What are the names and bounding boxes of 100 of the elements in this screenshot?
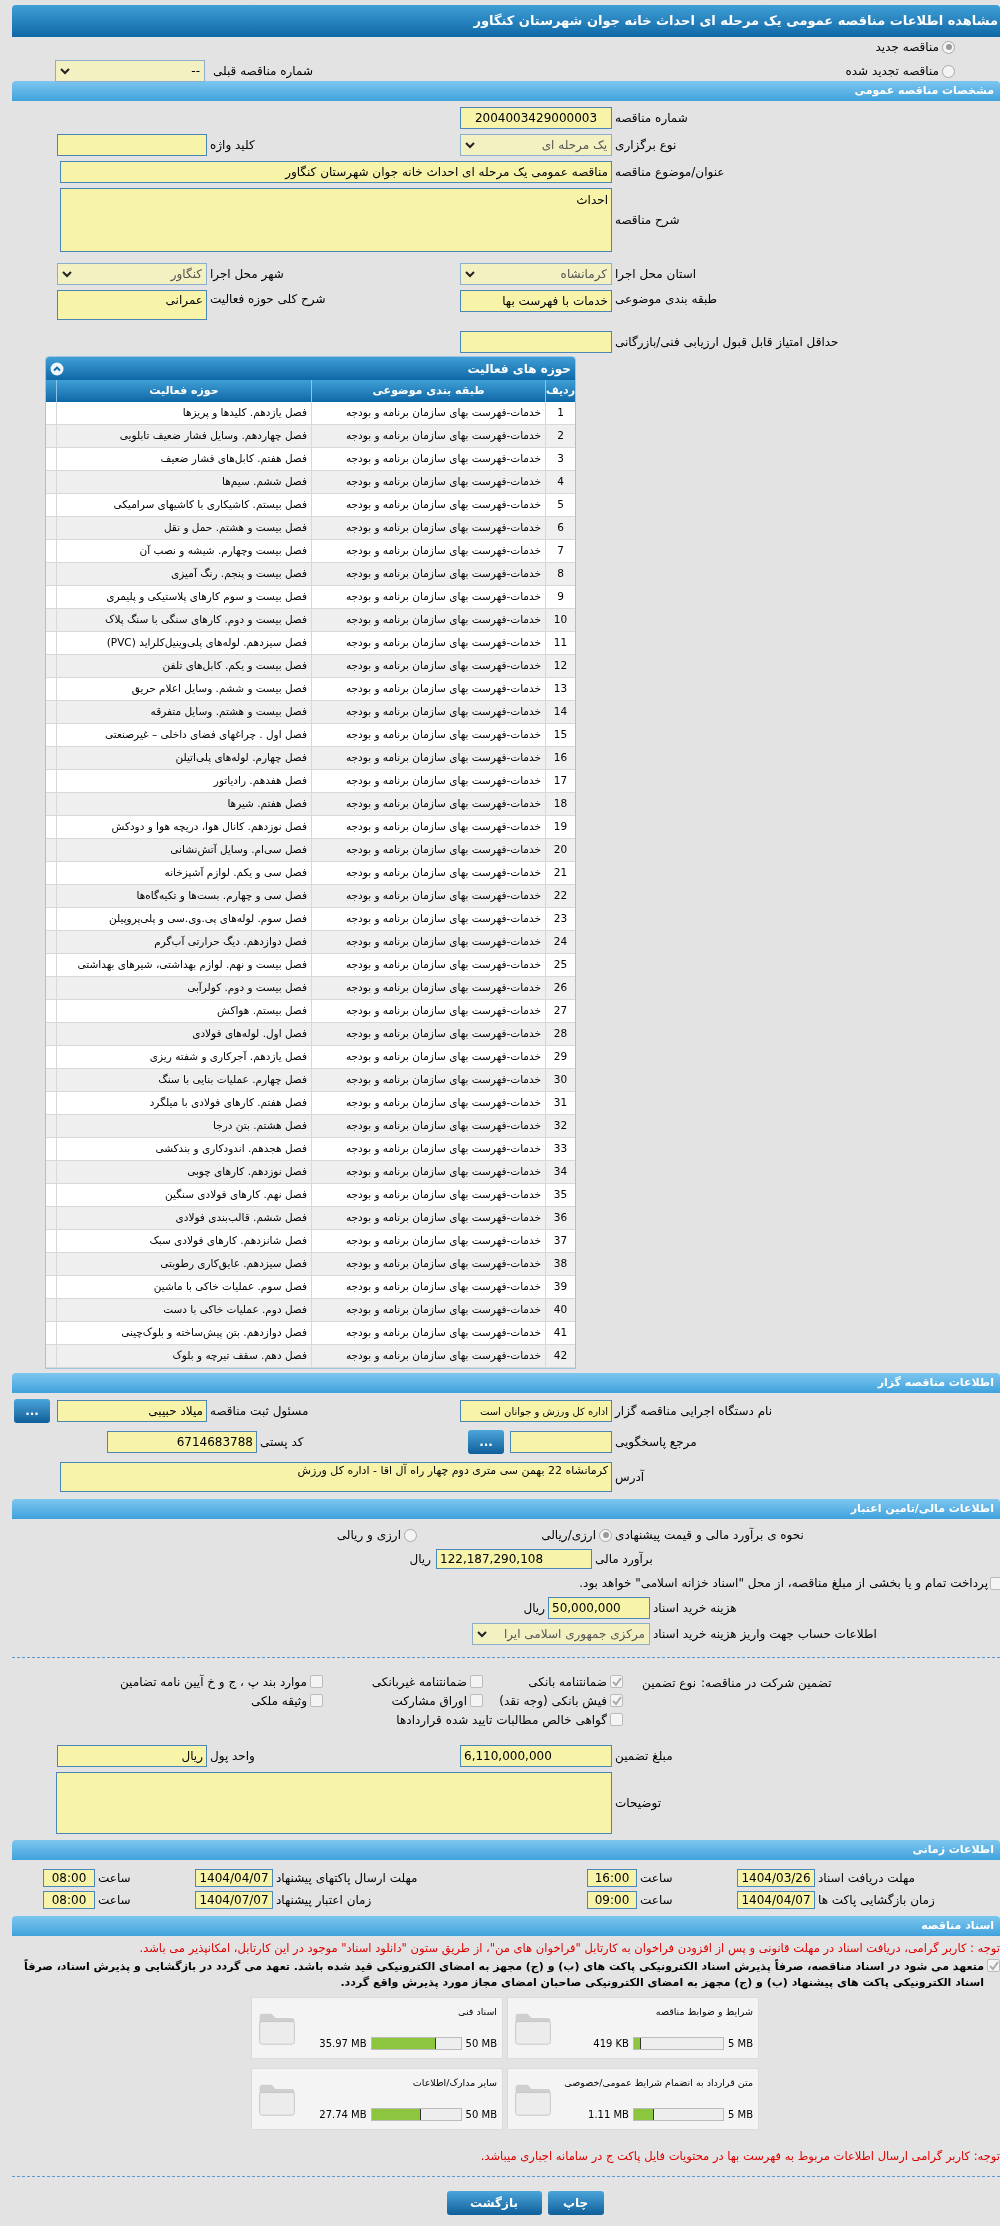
radio-button[interactable] — [942, 40, 955, 54]
field-label: مبلغ تضمین — [615, 1748, 673, 1765]
chevron-down-icon — [465, 141, 475, 149]
address-field[interactable]: کرمانشاه 22 بهمن سی متری دوم چهار راه آل اقا - اداره کل ورزش — [60, 1462, 612, 1492]
table-cell: فصل هفتم. کابل‌های فشار ضعیف — [56, 448, 311, 470]
collapse-icon[interactable] — [50, 361, 64, 376]
checkbox[interactable] — [990, 1576, 1000, 1590]
field-label: واحد پول — [210, 1748, 255, 1765]
time-field[interactable]: 08:00 — [43, 1891, 95, 1909]
table-cell: فصل یازدهم. آجرکاری و شفته ریزی — [56, 1046, 311, 1068]
registrar-field[interactable]: میلاد حبیبی — [57, 1400, 207, 1422]
table-cell: خدمات-فهرست بهای سازمان برنامه و بودجه — [311, 1092, 545, 1114]
file-name: شرایط و ضوابط مناقصه — [654, 2005, 753, 2020]
table-cell: 8 — [545, 563, 575, 585]
unit-label: ریال — [409, 1551, 431, 1568]
select-field[interactable]: کرمانشاه — [460, 263, 612, 285]
min-score-field[interactable] — [460, 331, 612, 353]
chevron-down-icon — [477, 1630, 487, 1638]
activity-summary-field[interactable]: عمرانی — [57, 290, 207, 320]
table-cell: خدمات-فهرست بهای سازمان برنامه و بودجه — [311, 977, 545, 999]
file-size-used: 1.11 MB — [588, 2108, 629, 2123]
category-field[interactable]: خدمات با فهرست بها — [460, 290, 612, 312]
description-textarea[interactable]: احداث — [60, 188, 612, 252]
table-cell: فصل سوم. عملیات خاکی با ماشین — [56, 1276, 311, 1298]
estimate-field[interactable]: 122,187,290,108 — [436, 1549, 592, 1569]
radio-button[interactable] — [942, 64, 955, 78]
file-size-limit: 5 MB — [727, 2037, 753, 2052]
time-field[interactable]: 08:00 — [43, 1869, 95, 1887]
date-field[interactable]: 1404/07/07 — [195, 1891, 273, 1909]
date-field[interactable]: 1404/04/07 — [737, 1891, 815, 1909]
file-size-limit: 50 MB — [465, 2108, 497, 2123]
field-label: ساعت — [98, 1870, 131, 1887]
checkbox[interactable] — [610, 1713, 623, 1726]
field-label: شماره مناقصه — [615, 110, 688, 127]
field-label: کلید واژه — [210, 137, 255, 154]
field-label: نحوه ی برآورد مالی و قیمت پیشنهادی — [615, 1526, 804, 1544]
document-cost-field[interactable]: 50,000,000 — [548, 1597, 650, 1619]
table-cell: فصل هفدهم. رادیاتور — [56, 770, 311, 792]
browse-button[interactable]: ... — [14, 1399, 50, 1423]
keyword-field[interactable] — [57, 134, 207, 156]
table-cell: خدمات-فهرست بهای سازمان برنامه و بودجه — [311, 1023, 545, 1045]
select-field[interactable]: کنگاور — [57, 263, 207, 285]
table-cell: فصل بیستم. هواکش — [56, 1000, 311, 1022]
select-field[interactable]: مرکزی جمهوری اسلامی ایرا — [472, 1623, 650, 1645]
agency-field[interactable]: اداره کل ورزش و جوانان است — [460, 1400, 612, 1422]
table-cell: خدمات-فهرست بهای سازمان برنامه و بودجه — [311, 862, 545, 884]
checkbox[interactable] — [310, 1694, 323, 1707]
time-field[interactable]: 16:00 — [587, 1869, 637, 1887]
checkbox-label: پرداخت تمام و یا بخشی از مبلغ مناقصه، از محل "اسناد خزانه اسلامی" خواهد بود. — [579, 1575, 988, 1592]
table-cell: خدمات-فهرست بهای سازمان برنامه و بودجه — [311, 1138, 545, 1160]
table-cell: فصل ششم. قالب‌بندی فولادی — [56, 1207, 311, 1229]
field-label: ساعت — [98, 1892, 131, 1909]
checkbox[interactable] — [987, 1959, 1000, 1973]
table-cell: خدمات-فهرست بهای سازمان برنامه و بودجه — [311, 632, 545, 654]
table-cell: خدمات-فهرست بهای سازمان برنامه و بودجه — [311, 540, 545, 562]
field-label: هزینه خرید اسناد — [653, 1600, 737, 1617]
table-cell: خدمات-فهرست بهای سازمان برنامه و بودجه — [311, 1276, 545, 1298]
select-field[interactable]: -- — [55, 60, 205, 82]
guarantee-amount-field[interactable]: 6,110,000,000 — [460, 1745, 612, 1767]
checkbox[interactable] — [610, 1675, 623, 1688]
field-label: ساعت — [640, 1892, 673, 1909]
time-field[interactable]: 09:00 — [587, 1891, 637, 1909]
table-cell: خدمات-فهرست بهای سازمان برنامه و بودجه — [311, 448, 545, 470]
postal-code-field[interactable]: 6714683788 — [107, 1431, 257, 1453]
notes-textarea[interactable] — [56, 1772, 612, 1834]
checkbox[interactable] — [470, 1694, 483, 1707]
table-cell: فصل بیست و پنجم. رنگ آمیزی — [56, 563, 311, 585]
table-cell: خدمات-فهرست بهای سازمان برنامه و بودجه — [311, 724, 545, 746]
table-cell: خدمات-فهرست بهای سازمان برنامه و بودجه — [311, 563, 545, 585]
respondent-field[interactable] — [510, 1431, 612, 1453]
table-cell: فصل بیستم. کاشیکاری با کاشیهای سرامیکی — [56, 494, 311, 516]
select-field[interactable]: یک مرحله ای — [460, 134, 612, 156]
table-cell: خدمات-فهرست بهای سازمان برنامه و بودجه — [311, 609, 545, 631]
table-cell: فصل بیست و هشتم. وسایل متفرقه — [56, 701, 311, 723]
browse-button[interactable]: ... — [468, 1430, 504, 1454]
table-cell: فصل سوم. لوله‌های پی.وی.سی و پلی‌پروپیلن — [56, 908, 311, 930]
subject-field[interactable]: مناقصه عمومی یک مرحله ای احداث خانه جوان شهرستان کنگاور — [60, 161, 612, 183]
table-cell: 29 — [545, 1046, 575, 1068]
field-label: شماره مناقصه قبلی — [213, 63, 313, 80]
print-button[interactable]: چاپ — [547, 2190, 604, 2215]
tender-number-field[interactable]: 2004003429000003 — [460, 107, 612, 129]
table-cell: 38 — [545, 1253, 575, 1275]
date-field[interactable]: 1404/03/26 — [737, 1869, 815, 1887]
table-cell: خدمات-فهرست بهای سازمان برنامه و بودجه — [311, 1230, 545, 1252]
checkbox[interactable] — [610, 1694, 623, 1707]
currency-field[interactable]: ریال — [57, 1745, 207, 1767]
table-cell: فصل نوزدهم. کارهای چوبی — [56, 1161, 311, 1183]
back-button[interactable]: بازگشت — [446, 2190, 542, 2215]
field-label: شرح مناقصه — [615, 212, 680, 229]
radio-button[interactable] — [404, 1528, 417, 1542]
radio-button[interactable] — [599, 1528, 612, 1542]
table-cell: خدمات-فهرست بهای سازمان برنامه و بودجه — [311, 885, 545, 907]
checkbox[interactable] — [310, 1675, 323, 1688]
field-label: نام دستگاه اجرایی مناقصه گزار — [615, 1403, 773, 1420]
table-cell: خدمات-فهرست بهای سازمان برنامه و بودجه — [311, 1161, 545, 1183]
date-field[interactable]: 1404/04/07 — [195, 1869, 273, 1887]
section-header: مشخصات مناقصه عمومی — [12, 81, 1000, 101]
table-cell: فصل ششم. سیم‌ها — [56, 471, 311, 493]
checkbox[interactable] — [470, 1675, 483, 1688]
table-cell: فصل چهارم. لوله‌های پلی‌اتیلن — [56, 747, 311, 769]
